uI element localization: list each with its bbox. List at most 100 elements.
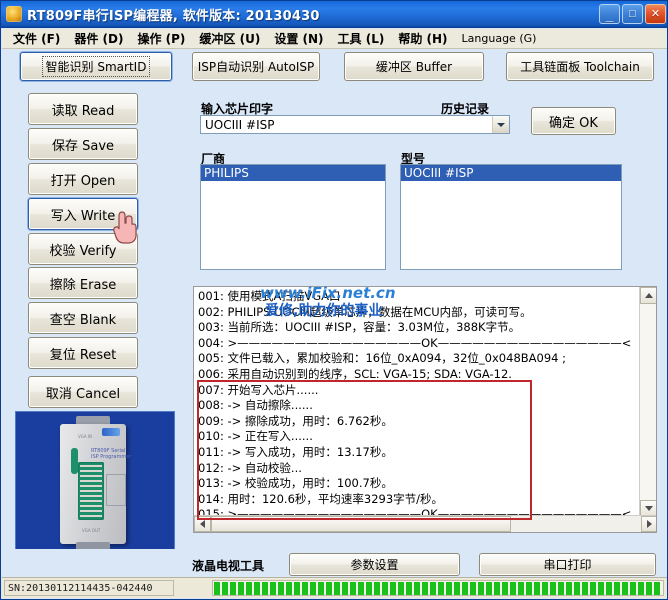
erase-button[interactable]: 擦除 Erase (28, 267, 138, 299)
chevron-left-icon (200, 520, 205, 528)
device-text-top: VGA IN (78, 434, 93, 439)
menu-item-7[interactable]: Language (G) (455, 30, 544, 47)
smartid-button[interactable]: 智能识别 SmartID (20, 52, 172, 81)
log-line: 005: 文件已载入，累加校验和：16位_0xA094，32位_0x048BA0… (198, 351, 566, 366)
toolchain-button[interactable]: 工具链面板 Toolchain (506, 52, 654, 81)
log-line: 008: -> 自动擦除...... (198, 398, 313, 413)
serial-print-button[interactable]: 串口打印 (479, 553, 656, 576)
write-button[interactable]: 写入 Write (28, 198, 138, 230)
status-bar: SN:20130112114435-042440 (2, 577, 667, 598)
app-icon (6, 6, 22, 22)
autoisp-button[interactable]: ISP自动识别 AutoISP (192, 52, 320, 81)
log-line: 012: -> 自动校验... (198, 460, 302, 475)
scroll-up-button[interactable] (640, 287, 656, 304)
log-line: 009: -> 擦除成功，用时：6.762秒。 (198, 413, 393, 428)
model-listbox[interactable]: UOCIII #ISP (400, 164, 622, 270)
vendor-listbox[interactable]: PHILIPS (200, 164, 386, 270)
log-line: 002: PHILIPS UOCIII超级单芯片，数据在MCU内部，可读可写。 (198, 304, 532, 319)
watermark-slogan: 爱修,助力你的事业 (265, 303, 383, 319)
chip-input-combobox[interactable]: UOCIII #ISP (200, 115, 510, 134)
progress-bar-fill (214, 581, 662, 595)
log-line: 004: >————————————————OK————————————————… (198, 335, 632, 350)
cancel-button-label: 取消 Cancel (45, 386, 121, 402)
chip-input-value: UOCIII #ISP (205, 117, 275, 132)
log-line: 014: 用时：120.6秒，平均速率3293字节/秒。 (198, 491, 444, 506)
serial-number-text: SN:20130112114435-042440 (8, 582, 153, 594)
title-bar: RT809F串行ISP编程器, 软件版本: 20130430 _ □ ✕ (1, 1, 667, 28)
log-text-area: 001: 使用模式A扫描VGA口 002: PHILIPS UOCIII超级单芯片… (194, 289, 638, 523)
close-button[interactable]: ✕ (645, 4, 666, 24)
open-button-label: 打开 Open (50, 173, 116, 189)
buffer-button-label: 缓冲区 Buffer (375, 60, 453, 74)
menu-bar: 文件 (F) 器件 (D) 操作 (P) 缓冲区 (U) 设置 (N) 工具 (L) 帮助 … (2, 28, 667, 49)
params-settings-button[interactable]: 参数设置 (289, 553, 460, 576)
scroll-left-button[interactable] (194, 516, 211, 532)
save-button-label: 保存 Save (51, 138, 115, 154)
cancel-button[interactable]: 取消 Cancel (28, 376, 138, 408)
reset-button[interactable]: 复位 Reset (28, 337, 138, 369)
device-zif-pins (80, 465, 102, 517)
window-controls: _ □ ✕ (599, 4, 666, 24)
ok-button-label: 确定 OK (549, 115, 598, 131)
serial-number-cell: SN:20130112114435-042440 (4, 580, 174, 596)
log-line: 010: -> 正在写入...... (198, 429, 313, 444)
minimize-icon: _ (605, 7, 614, 23)
log-line: 007: 开始写入芯片...... (198, 382, 319, 397)
app-window: RT809F串行ISP编程器, 软件版本: 20130430 _ □ ✕ 文件 … (0, 0, 668, 600)
read-button[interactable]: 读取 Read (28, 93, 138, 125)
verify-button-label: 校验 Verify (49, 243, 117, 259)
menu-item-2[interactable]: 操作 (P) (130, 28, 192, 49)
menu-item-3[interactable]: 缓冲区 (U) (192, 28, 267, 49)
menu-item-5[interactable]: 工具 (L) (331, 28, 392, 49)
progress-bar (212, 580, 664, 596)
list-item[interactable]: UOCIII #ISP (401, 165, 621, 181)
buffer-button[interactable]: 缓冲区 Buffer (344, 52, 484, 81)
chevron-right-icon (647, 520, 652, 528)
device-logo (102, 428, 120, 436)
chevron-up-icon (644, 293, 653, 298)
device-diagram (106, 474, 126, 506)
menu-item-4[interactable]: 设置 (N) (267, 28, 330, 49)
toolchain-button-label: 工具链面板 Toolchain (520, 60, 640, 74)
menu-item-6[interactable]: 帮助 (H) (391, 28, 454, 49)
maximize-icon: □ (629, 8, 636, 20)
log-line: 003: 当前所选：UOCIII #ISP，容量：3.03M位，388K字节。 (198, 320, 521, 335)
lcd-tool-label: 液晶电视工具 (192, 559, 265, 573)
menu-item-0[interactable]: 文件 (F) (6, 28, 67, 49)
device-zif-lever (71, 448, 78, 474)
params-settings-button-label: 参数设置 (350, 558, 399, 572)
chevron-down-icon (644, 506, 653, 511)
read-button-label: 读取 Read (51, 103, 115, 119)
serial-print-button-label: 串口打印 (543, 558, 592, 572)
autoisp-button-label: ISP自动识别 AutoISP (197, 60, 315, 74)
maximize-button[interactable]: □ (622, 4, 643, 24)
close-icon: ✕ (650, 8, 661, 20)
log-line: 006: 采用自动识别到的线序，SCL: VGA-15; SDA: VGA-12… (198, 366, 512, 381)
chevron-down-icon[interactable] (492, 116, 509, 133)
log-line: 011: -> 写入成功，用时：13.17秒。 (198, 444, 393, 459)
open-button[interactable]: 打开 Open (28, 163, 138, 195)
log-horizontal-scrollbar[interactable] (194, 515, 656, 532)
ok-button[interactable]: 确定 OK (531, 107, 616, 135)
device-model-text: RT809F Serial ISP Programmer (91, 448, 132, 460)
scroll-track[interactable] (640, 304, 656, 500)
log-panel[interactable]: 001: 使用模式A扫描VGA口 002: PHILIPS UOCIII超级单芯片… (193, 286, 657, 533)
verify-button[interactable]: 校验 Verify (28, 233, 138, 265)
reset-button-label: 复位 Reset (49, 347, 117, 363)
scroll-right-button[interactable] (641, 516, 656, 532)
menu-item-1[interactable]: 器件 (D) (67, 28, 130, 49)
blank-check-button-label: 查空 Blank (49, 312, 117, 328)
list-item[interactable]: PHILIPS (201, 165, 385, 181)
save-button[interactable]: 保存 Save (28, 128, 138, 160)
device-photo: RT809F Serial ISP Programmer VGA IN VGA O… (15, 411, 175, 556)
erase-button-label: 擦除 Erase (49, 277, 117, 293)
device-text-bottom: VGA OUT (82, 528, 101, 533)
blank-check-button[interactable]: 查空 Blank (28, 302, 138, 334)
write-button-label: 写入 Write (50, 208, 116, 224)
scroll-thumb[interactable] (211, 516, 511, 532)
smartid-button-label: 智能识别 SmartID (41, 56, 151, 77)
minimize-button[interactable]: _ (599, 4, 620, 24)
window-title: RT809F串行ISP编程器, 软件版本: 20130430 (27, 9, 320, 24)
log-vertical-scrollbar[interactable] (639, 287, 656, 517)
log-line: 013: -> 校验成功，用时：100.7秒。 (198, 476, 393, 491)
